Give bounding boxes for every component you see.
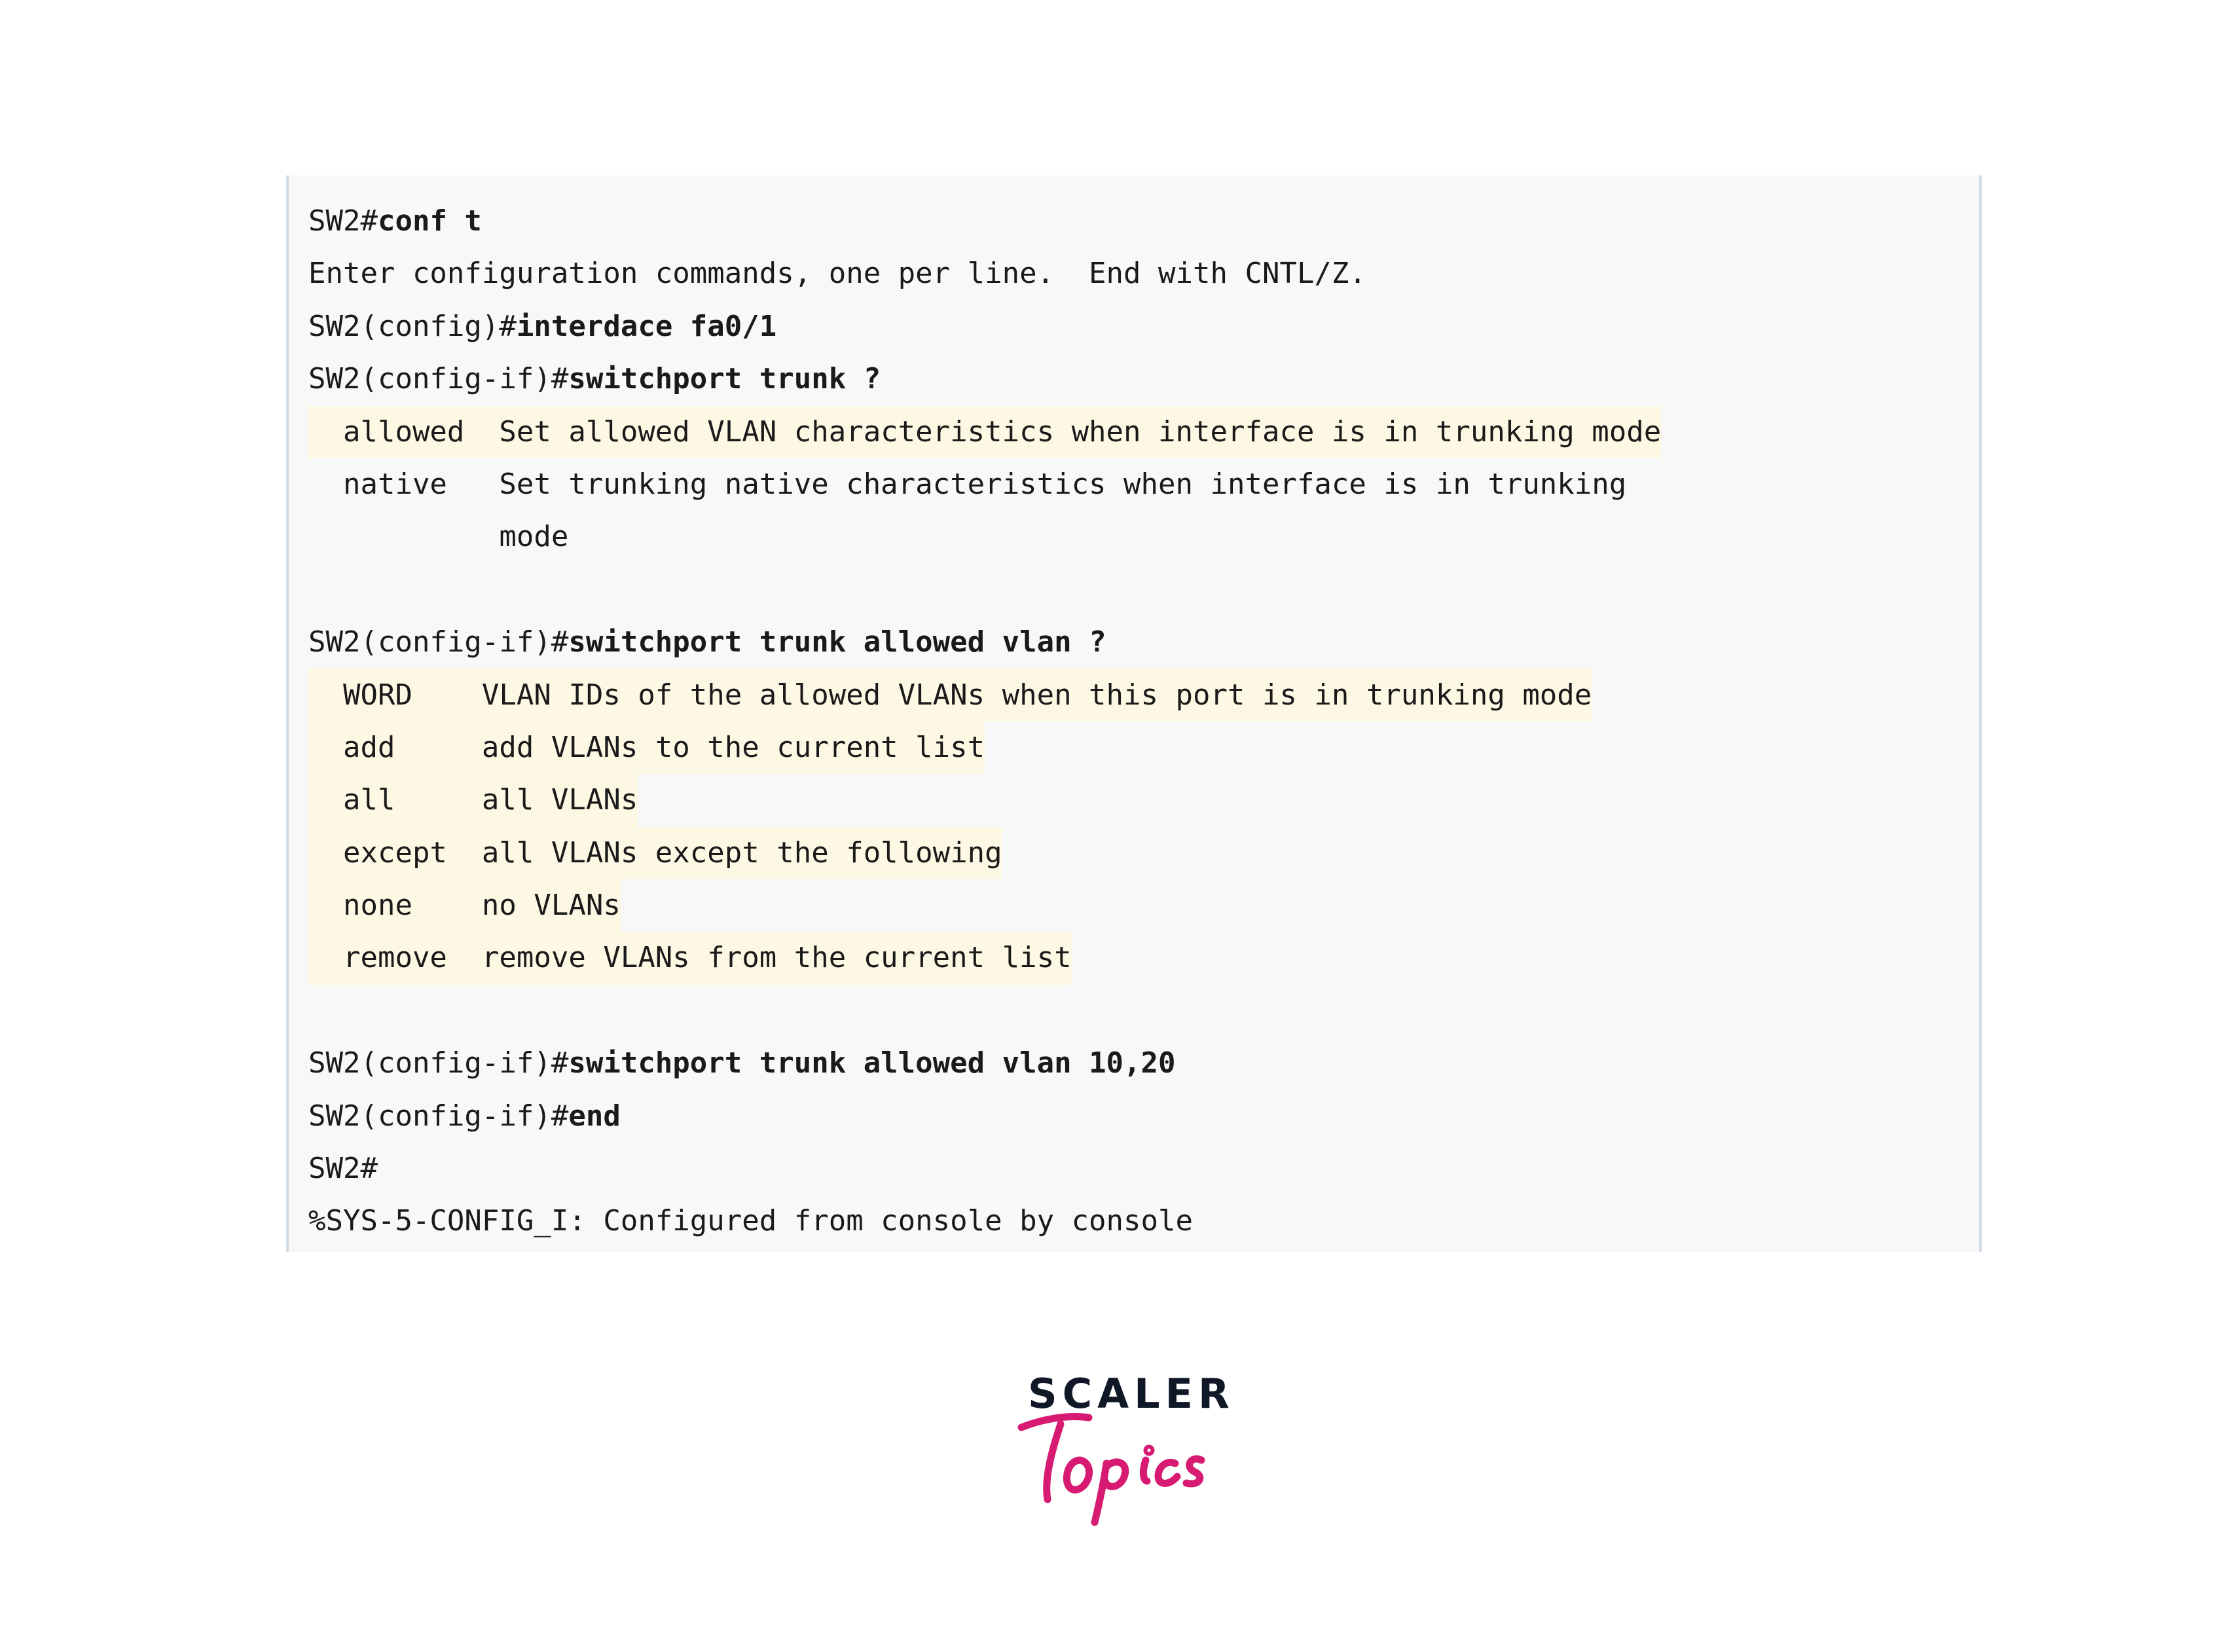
terminal-output: SW2#conf t Enter configuration commands, …: [308, 195, 1662, 1248]
help-option: add add VLANs to the current list: [308, 721, 985, 775]
help-option: none no VLANs: [308, 879, 621, 932]
prompt: SW2(config)#: [308, 309, 517, 343]
terminal-line: WORD VLAN IDs of the allowed VLANs when …: [308, 669, 1661, 722]
terminal-line: mode: [308, 511, 1661, 563]
terminal-line: SW2(config-if)#switchport trunk ?: [308, 353, 1661, 405]
help-option: all all VLANs: [308, 774, 638, 827]
help-option: allowed Set allowed VLAN characteristics…: [308, 405, 1662, 458]
command: switchport trunk allowed vlan 10,20: [568, 1046, 1176, 1080]
prompt: SW2(config-if)#: [308, 1099, 569, 1133]
command: interdace fa0/1: [516, 309, 777, 343]
prompt: SW2(config-if)#: [308, 625, 569, 659]
prompt: SW2#: [308, 204, 378, 238]
terminal-line: add add VLANs to the current list: [308, 721, 1661, 775]
terminal-line: native Set trunking native characteristi…: [308, 458, 1661, 511]
terminal-line: Enter configuration commands, one per li…: [308, 248, 1661, 300]
scaler-topics-logo: SCALER: [982, 1342, 1244, 1552]
terminal-line: SW2(config-if)#switchport trunk allowed …: [308, 616, 1661, 669]
terminal-line: SW2(config-if)#end: [308, 1090, 1661, 1143]
command: switchport trunk allowed vlan ?: [568, 625, 1106, 659]
terminal-line: %SYS-5-CONFIG_I: Configured from console…: [308, 1195, 1661, 1247]
output-text: %SYS-5-CONFIG_I: Configured from console…: [308, 1204, 1194, 1238]
output-text: Enter configuration commands, one per li…: [308, 257, 1366, 291]
logo-topics-script: [1017, 1413, 1205, 1526]
terminal-line: none no VLANs: [308, 879, 1661, 932]
help-option: native Set trunking native characteristi…: [308, 467, 1627, 501]
command: conf t: [377, 204, 482, 238]
command: switchport trunk ?: [568, 362, 881, 396]
help-option: mode: [308, 520, 569, 554]
help-option: remove remove VLANs from the current lis…: [308, 932, 1072, 985]
prompt: SW2#: [308, 1152, 378, 1186]
terminal-line: remove remove VLANs from the current lis…: [308, 932, 1661, 985]
prompt: SW2(config-if)#: [308, 1046, 569, 1080]
help-option: except all VLANs except the following: [308, 826, 1002, 880]
terminal-line: all all VLANs: [308, 774, 1661, 827]
terminal-line: SW2(config-if)#switchport trunk allowed …: [308, 1037, 1661, 1090]
terminal-line: allowed Set allowed VLAN characteristics…: [308, 405, 1662, 458]
command: end: [568, 1099, 621, 1133]
prompt: SW2(config-if)#: [308, 362, 569, 396]
terminal-line: except all VLANs except the following: [308, 826, 1661, 880]
help-option: WORD VLAN IDs of the allowed VLANs when …: [308, 669, 1592, 722]
code-block: SW2#conf t Enter configuration commands, …: [286, 175, 1982, 1252]
terminal-line: SW2#conf t: [308, 195, 1661, 248]
terminal-line: SW2(config)#interdace fa0/1: [308, 301, 1661, 353]
terminal-line: SW2#: [308, 1143, 1661, 1195]
